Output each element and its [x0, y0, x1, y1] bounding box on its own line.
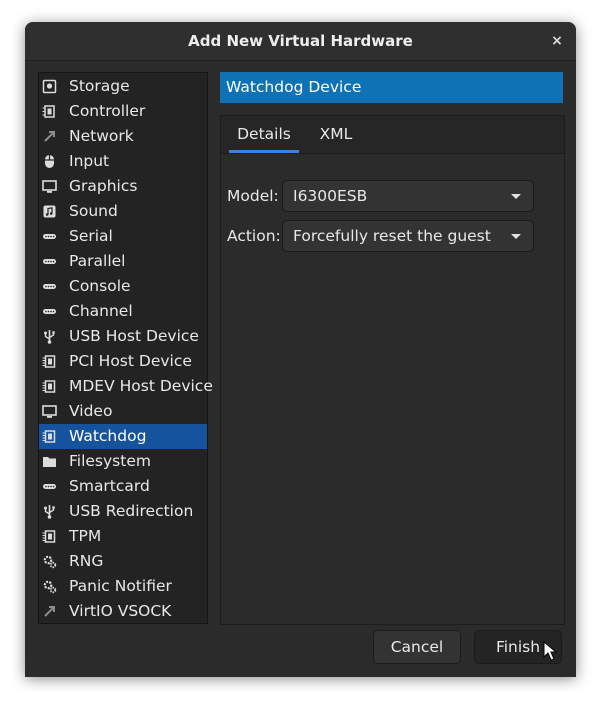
usb-icon	[44, 505, 55, 519]
folder-icon	[43, 457, 56, 467]
action-dropdown[interactable]: Forcefully reset the guest	[282, 220, 534, 252]
sidebar-item-mdev-host-device[interactable]: MDEV Host Device	[39, 374, 213, 399]
titlebar: Add New Virtual Hardware ×	[25, 22, 576, 61]
model-label: Model:	[227, 187, 279, 205]
sidebar-item-parallel[interactable]: Parallel	[39, 249, 207, 274]
chip-icon	[42, 380, 56, 393]
monitor-icon	[42, 405, 57, 418]
sidebar-item-label: Storage	[69, 77, 130, 95]
sidebar-item-graphics[interactable]: Graphics	[39, 174, 207, 199]
sidebar-item-label: Sound	[69, 202, 118, 220]
details-notebook: Details XML Model: I6300ESB Action: Forc…	[220, 115, 565, 625]
close-button[interactable]: ×	[546, 30, 568, 52]
sidebar-item-label: Network	[69, 127, 134, 145]
sidebar-item-label: Watchdog	[69, 427, 147, 445]
gear-icon	[43, 580, 57, 594]
tab-xml[interactable]: XML	[309, 116, 363, 153]
mouse-pointer-icon	[543, 641, 558, 661]
port-icon	[43, 284, 56, 289]
sound-icon	[43, 205, 56, 218]
sidebar-item-label: Video	[69, 402, 113, 420]
sidebar-item-label: Console	[69, 277, 131, 295]
sidebar-item-label: Parallel	[69, 252, 126, 270]
sidebar-item-filesystem[interactable]: Filesystem	[39, 449, 207, 474]
usb-icon	[44, 330, 55, 344]
sidebar-item-label: PCI Host Device	[69, 352, 192, 370]
dialog-window: Add New Virtual Hardware × Storage Contro…	[25, 22, 576, 677]
sidebar-item-pci-host-device[interactable]: PCI Host Device	[39, 349, 207, 374]
sidebar-item-label: Filesystem	[69, 452, 151, 470]
controller-icon	[42, 105, 55, 118]
sidebar-item-virtio-vsock[interactable]: VirtIO VSOCK	[39, 599, 207, 624]
tab-details[interactable]: Details	[229, 116, 299, 153]
monitor-icon	[42, 180, 57, 193]
model-dropdown[interactable]: I6300ESB	[282, 180, 534, 212]
sidebar-item-usb-redirection[interactable]: USB Redirection	[39, 499, 207, 524]
section-header: Watchdog Device	[220, 72, 563, 103]
sidebar-item-rng[interactable]: RNG	[39, 549, 207, 574]
sidebar-item-label: Smartcard	[69, 477, 150, 495]
port-icon	[43, 259, 56, 264]
sidebar-item-panic-notifier[interactable]: Panic Notifier	[39, 574, 207, 599]
sidebar-item-controller[interactable]: Controller	[39, 99, 207, 124]
sidebar-item-video[interactable]: Video	[39, 399, 207, 424]
chip-icon	[42, 355, 56, 368]
sidebar-item-watchdog[interactable]: Watchdog	[39, 424, 207, 449]
sidebar-item-label: Serial	[69, 227, 113, 245]
sidebar-item-serial[interactable]: Serial	[39, 224, 207, 249]
port-icon	[43, 484, 56, 489]
chevron-down-icon	[511, 194, 521, 199]
sidebar-item-label: Channel	[69, 302, 133, 320]
sidebar-item-console[interactable]: Console	[39, 274, 207, 299]
sidebar-item-label: USB Redirection	[69, 502, 194, 520]
sidebar-item-smartcard[interactable]: Smartcard	[39, 474, 207, 499]
mouse-icon	[45, 155, 54, 168]
hardware-list: Storage Controller Network Input Graphics Sou…	[38, 72, 213, 624]
sidebar-item-channel[interactable]: Channel	[39, 299, 207, 324]
cancel-button[interactable]: Cancel	[373, 630, 461, 664]
sidebar-item-usb-host-device[interactable]: USB Host Device	[39, 324, 207, 349]
close-icon: ×	[551, 33, 563, 49]
sidebar-item-label: USB Host Device	[69, 327, 199, 345]
sidebar-item-label: Input	[69, 152, 110, 170]
sidebar-item-label: Graphics	[69, 177, 138, 195]
chip-icon	[42, 430, 56, 443]
sidebar-item-label: TPM	[69, 527, 102, 545]
storage-icon	[42, 79, 57, 94]
gear-icon	[43, 555, 57, 569]
sidebar-item-input[interactable]: Input	[39, 149, 207, 174]
network-icon	[44, 606, 55, 617]
action-value: Forcefully reset the guest	[293, 227, 491, 245]
tab-bar: Details XML	[221, 116, 564, 154]
sidebar-item-label: Controller	[69, 102, 146, 120]
model-value: I6300ESB	[293, 187, 368, 205]
sidebar-item-network[interactable]: Network	[39, 124, 207, 149]
sidebar-item-storage[interactable]: Storage	[39, 74, 207, 99]
dialog-title: Add New Virtual Hardware	[188, 32, 413, 50]
sidebar-item-label: Panic Notifier	[69, 577, 172, 595]
sidebar-item-label: VirtIO VSOCK	[69, 602, 172, 620]
sidebar-item-label: MDEV Host Device	[69, 377, 213, 395]
sidebar-item-tpm[interactable]: TPM	[39, 524, 207, 549]
chevron-down-icon	[511, 234, 521, 239]
network-icon	[44, 131, 55, 142]
section-title: Watchdog Device	[226, 78, 362, 96]
port-icon	[43, 309, 56, 314]
chip-icon	[42, 530, 56, 543]
port-icon	[43, 234, 56, 239]
sidebar-item-label: RNG	[69, 552, 104, 570]
sidebar-item-sound[interactable]: Sound	[39, 199, 207, 224]
action-label: Action:	[227, 227, 281, 245]
